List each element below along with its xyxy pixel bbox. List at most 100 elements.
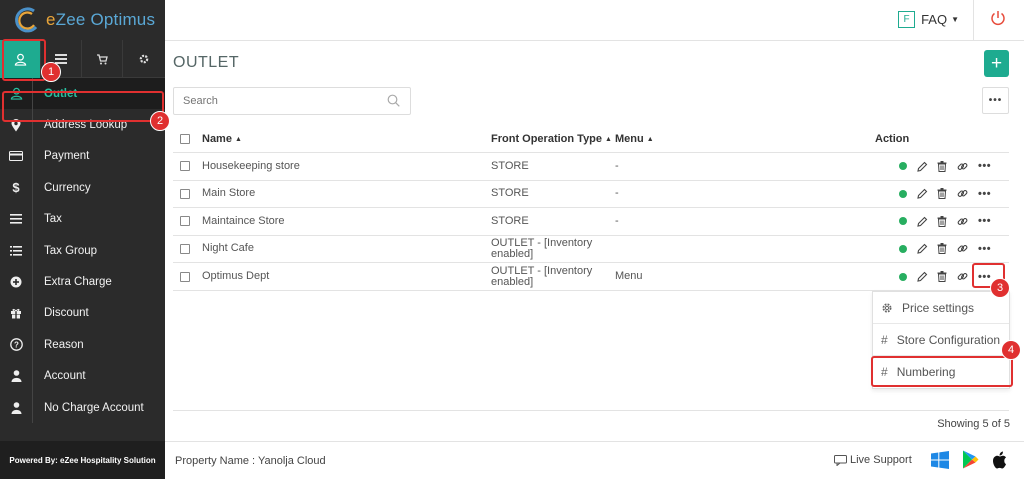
live-support-link[interactable]: Live Support — [834, 454, 912, 466]
menu-item-price-settings[interactable]: Price settings — [873, 292, 1009, 324]
sidebar-item-label: Reason — [44, 338, 84, 351]
person-icon — [11, 370, 21, 383]
gear-icon — [882, 303, 892, 312]
sidebar-item-label: Tax Group — [44, 244, 98, 257]
row-type: OUTLET - [Inventory enabled] — [491, 236, 593, 260]
row-checkbox[interactable] — [180, 188, 190, 199]
link-icon[interactable] — [956, 216, 968, 227]
delete-icon[interactable] — [936, 215, 948, 227]
status-active-icon[interactable] — [899, 217, 907, 226]
annotation-badge-1: 1 — [41, 62, 61, 82]
row-type: OUTLET - [Inventory enabled] — [491, 264, 593, 288]
menu-item-store-configuration[interactable]: # Store Configuration — [873, 324, 1009, 356]
page-title: OUTLET — [173, 54, 240, 71]
link-icon[interactable] — [956, 271, 968, 282]
edit-icon[interactable] — [916, 271, 928, 282]
edit-icon[interactable] — [916, 161, 928, 172]
link-icon[interactable] — [956, 188, 968, 199]
more-options-button[interactable]: ••• — [982, 87, 1009, 114]
list-icon — [55, 54, 67, 64]
column-header-action: Action — [875, 132, 910, 145]
row-more-button[interactable]: ••• — [978, 160, 991, 172]
sidebar-item-account[interactable]: Account — [0, 360, 165, 392]
status-active-icon[interactable] — [899, 162, 907, 171]
row-more-button[interactable]: ••• — [978, 188, 991, 200]
sidebar-item-no-charge-account[interactable]: No Charge Account — [0, 391, 165, 424]
column-header-front-operation-type[interactable]: Front Operation Type ▲ — [491, 126, 612, 152]
delete-icon[interactable] — [936, 271, 948, 282]
table-row: Maintaince Store STORE - ••• — [173, 208, 1009, 236]
link-icon[interactable] — [956, 243, 968, 254]
sidebar-item-label: Tax — [44, 213, 62, 226]
menu-item-label: Store Configuration — [896, 332, 1001, 347]
gear-icon — [139, 54, 148, 64]
delete-icon[interactable] — [936, 160, 948, 172]
sort-up-icon: ▲ — [646, 135, 654, 143]
power-icon[interactable] — [990, 10, 1006, 26]
sidebar-item-currency[interactable]: $ Currency — [0, 172, 165, 204]
faq-badge: F — [898, 11, 916, 28]
table-row: Optimus Dept OUTLET - [Inventory enabled… — [173, 263, 1009, 291]
faq-label: FAQ — [921, 12, 948, 27]
chat-icon — [834, 454, 847, 466]
sidebar-item-label: Extra Charge — [44, 276, 112, 289]
edit-icon[interactable] — [916, 188, 928, 199]
row-more-button[interactable]: ••• — [978, 243, 991, 255]
row-name: Maintaince Store — [202, 214, 285, 227]
tab-settings[interactable] — [123, 40, 164, 78]
edit-icon[interactable] — [916, 216, 928, 227]
sidebar-item-tax-group[interactable]: Tax Group — [0, 234, 165, 267]
sidebar-item-discount[interactable]: Discount — [0, 297, 165, 330]
row-checkbox[interactable] — [180, 243, 190, 254]
sort-up-icon: ▲ — [605, 135, 612, 143]
select-all-checkbox[interactable] — [180, 134, 190, 144]
status-active-icon[interactable] — [899, 272, 907, 281]
annotation-box-2 — [2, 91, 164, 122]
dollar-icon: $ — [0, 172, 33, 204]
column-header-name[interactable]: Name ▲ — [202, 126, 242, 152]
annotation-badge-4: 4 — [1001, 340, 1021, 360]
sidebar-item-reason[interactable]: ? Reason — [0, 329, 165, 361]
sidebar-item-extra-charge[interactable]: Extra Charge — [0, 266, 165, 298]
divider — [973, 0, 974, 41]
link-icon[interactable] — [956, 161, 968, 172]
app-logo: eZee Optimus — [0, 0, 165, 40]
row-name: Housekeeping store — [202, 159, 300, 172]
list-icon — [10, 214, 22, 224]
status-active-icon[interactable] — [899, 244, 907, 253]
apple-icon[interactable] — [992, 451, 1007, 469]
ezee-logo-icon — [15, 7, 38, 33]
row-type: STORE — [491, 159, 529, 172]
gift-icon — [11, 309, 21, 319]
sidebar-item-payment[interactable]: Payment — [0, 140, 165, 173]
status-active-icon[interactable] — [899, 189, 907, 198]
sidebar-item-tax[interactable]: Tax — [0, 203, 165, 235]
add-outlet-button[interactable]: + — [984, 50, 1009, 77]
row-menu: - — [615, 214, 619, 227]
menu-item-label: Price settings — [902, 300, 975, 315]
row-checkbox[interactable] — [180, 271, 190, 282]
row-menu: Menu — [615, 270, 643, 282]
delete-icon[interactable] — [936, 188, 948, 200]
sort-up-icon: ▲ — [234, 135, 242, 143]
row-type: STORE — [491, 187, 529, 200]
delete-icon[interactable] — [936, 243, 948, 255]
tab-cart[interactable] — [82, 40, 123, 78]
row-checkbox[interactable] — [180, 216, 190, 227]
table-row: Housekeeping store STORE - ••• — [173, 153, 1009, 181]
windows-icon[interactable] — [931, 450, 949, 469]
sidebar-item-label: Currency — [44, 181, 91, 194]
record-count: Showing 5 of 5 — [937, 418, 1010, 430]
google-play-icon[interactable] — [962, 450, 979, 469]
faq-menu[interactable]: F FAQ ▼ — [898, 11, 959, 28]
cart-icon — [97, 54, 108, 65]
column-header-menu[interactable]: Menu ▲ — [615, 126, 654, 152]
edit-icon[interactable] — [916, 243, 928, 254]
row-more-button[interactable]: ••• — [978, 215, 991, 227]
row-checkbox[interactable] — [180, 161, 190, 172]
annotation-box-1 — [2, 39, 46, 81]
annotation-badge-3: 3 — [990, 278, 1010, 298]
credit-card-icon — [9, 151, 23, 162]
search-input[interactable] — [173, 87, 411, 115]
row-name: Night Cafe — [202, 242, 254, 255]
